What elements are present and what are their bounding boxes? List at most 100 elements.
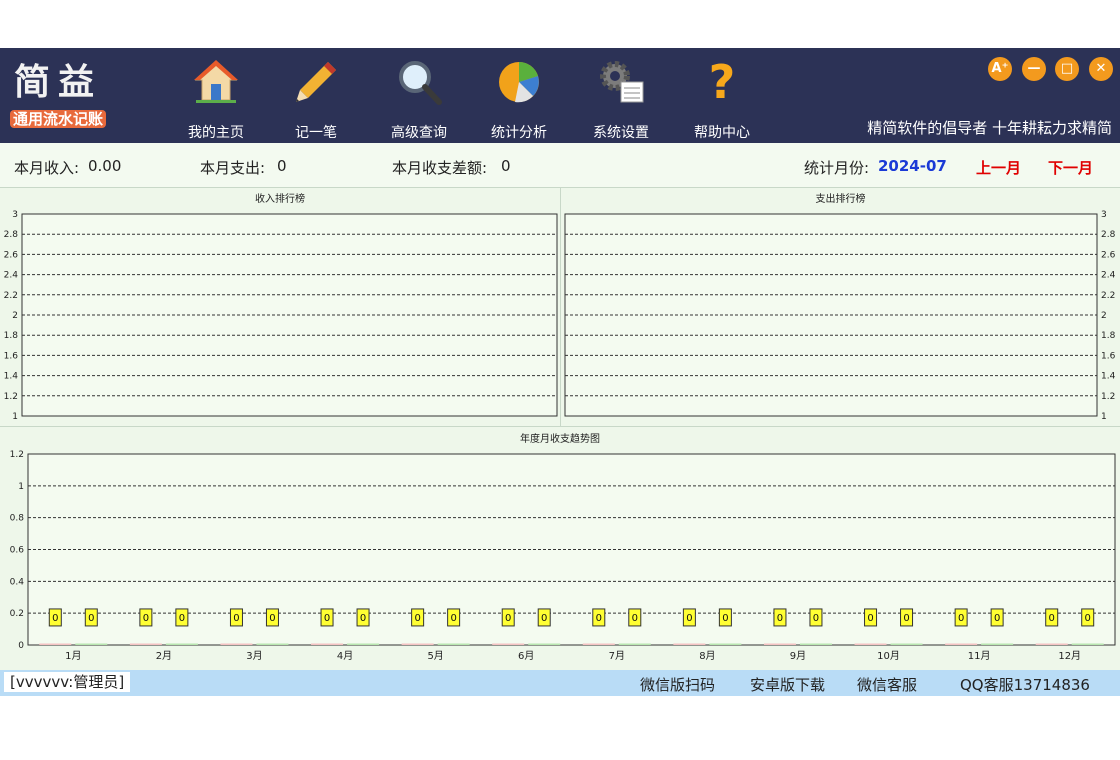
data-label: 0 (505, 613, 511, 624)
toolbar-home-label: 我的主页 (188, 125, 244, 141)
panel-divider (560, 188, 561, 426)
trend-bar (220, 643, 253, 645)
x-tick-label: 11月 (968, 650, 991, 662)
trend-bar (256, 643, 289, 645)
font-size-button[interactable]: A⁺ (988, 57, 1012, 81)
trend-bar (437, 643, 470, 645)
trend-bar (981, 643, 1014, 645)
trend-chart-title: 年度月收支趋势图 (520, 434, 600, 445)
android-download-link[interactable]: 安卓版下载 (750, 674, 825, 695)
app-subtitle: 通用流水记账 (10, 110, 107, 128)
y-tick-label: 1 (18, 482, 24, 492)
y-tick-label: 2.8 (4, 230, 19, 240)
toolbar-record-button[interactable]: 记一笔 (271, 56, 361, 141)
trend-bar (75, 643, 108, 645)
x-tick-label: 1月 (65, 650, 81, 662)
data-label: 0 (686, 613, 692, 624)
data-label: 0 (450, 613, 456, 624)
wechat-scan-link[interactable]: 微信版扫码 (640, 674, 715, 695)
y-tick-label: 1.4 (4, 372, 19, 382)
y-tick-label: 1 (1101, 412, 1107, 422)
trend-bar (1035, 643, 1068, 645)
y-tick-label: 2 (12, 311, 18, 321)
panel-divider-horizontal (0, 426, 1120, 427)
diff-label: 本月收支差额: (392, 159, 488, 177)
data-label: 0 (179, 613, 185, 624)
y-tick-label: 2.4 (1101, 271, 1116, 281)
data-label: 0 (269, 613, 275, 624)
trend-bar (854, 643, 887, 645)
expense-ranking-panel: 支出排行榜 1 1.2 1.4 1.6 1.8 2 2.2 2.4 2.6 2.8 3 (561, 188, 1120, 426)
prev-month-button[interactable]: 上一月 (976, 157, 1021, 178)
trend-bar (492, 643, 525, 645)
data-label: 0 (1085, 613, 1091, 624)
data-label: 0 (994, 613, 1000, 624)
data-label: 0 (813, 613, 819, 624)
data-label: 0 (1049, 613, 1055, 624)
y-tick-label: 1.2 (1101, 392, 1115, 402)
trend-bar (618, 643, 651, 645)
minimize-button[interactable]: — (1022, 57, 1046, 81)
expense-ranking-chart: 1 1.2 1.4 1.6 1.8 2 2.2 2.4 2.6 2.8 3 (564, 210, 1116, 422)
y-tick-label: 2.6 (4, 250, 19, 260)
x-tick-label: 2月 (156, 650, 172, 662)
data-label: 0 (632, 613, 638, 624)
question-icon: ? (709, 58, 736, 106)
trend-bar (890, 643, 923, 645)
y-tick-label: 2.8 (1101, 230, 1116, 240)
income-value: 0.00 (88, 157, 122, 175)
app-window: 简益 通用流水记账 我的主页 记一笔 高级查询 统计分析 系统设置 ? 帮助中心… (0, 48, 1120, 696)
trend-bar (347, 643, 380, 645)
trend-bar (763, 643, 796, 645)
data-label: 0 (596, 613, 602, 624)
y-tick-label: 3 (12, 210, 18, 220)
annual-trend-chart: 0 0.2 0.4 0.6 0.8 1 1.2 1月 0 0 2月 0 0 3月 0 0 4月 0 0 5月 0 0 6月 0… (10, 450, 1116, 662)
status-bar: [vvvvvv:管理员] 微信版扫码 安卓版下载 微信客服 QQ客服137148… (0, 670, 1120, 696)
trend-bar (401, 643, 434, 645)
income-label: 本月收入: (14, 159, 80, 177)
wechat-service-link[interactable]: 微信客服 (857, 674, 917, 695)
maximize-button[interactable]: □ (1055, 57, 1079, 81)
diff-value: 0 (501, 157, 511, 175)
toolbar-stats-label: 统计分析 (491, 125, 547, 141)
gear-icon (600, 61, 644, 103)
y-tick-label: 2.2 (4, 291, 18, 301)
y-tick-label: 0.2 (10, 609, 24, 619)
data-label: 0 (233, 613, 239, 624)
toolbar-record-label: 记一笔 (295, 125, 337, 141)
close-button[interactable]: ✕ (1089, 57, 1113, 81)
toolbar-query-label: 高级查询 (391, 125, 447, 141)
next-month-button[interactable]: 下一月 (1048, 157, 1093, 178)
data-label: 0 (867, 613, 873, 624)
toolbar-stats-button[interactable]: 统计分析 (474, 56, 564, 141)
data-label: 0 (903, 613, 909, 624)
income-ranking-chart: 1 1.2 1.4 1.6 1.8 2 2.2 2.4 2.6 2.8 3 (4, 210, 558, 422)
y-tick-label: 1.2 (10, 450, 24, 460)
trend-bar (129, 643, 162, 645)
data-label: 0 (143, 613, 149, 624)
toolbar-home-button[interactable]: 我的主页 (171, 56, 261, 141)
svg-text:?: ? (709, 58, 736, 106)
y-tick-label: 0.6 (10, 546, 25, 556)
month-value[interactable]: 2024-07 (878, 157, 947, 175)
toolbar-query-button[interactable]: 高级查询 (374, 56, 464, 141)
app-logo: 简益 (14, 61, 103, 103)
income-ranking-panel: 收入排行榜 1 1.2 1.4 1.6 1.8 2 2.2 2.4 2.6 2.8 3 (0, 188, 560, 426)
x-tick-label: 3月 (246, 650, 262, 662)
trend-bar (945, 643, 978, 645)
qq-service-link[interactable]: QQ客服13714836 (960, 674, 1090, 695)
x-tick-label: 10月 (877, 650, 900, 662)
trend-bar (311, 643, 344, 645)
toolbar-help-label: 帮助中心 (694, 125, 750, 141)
trend-bar (799, 643, 832, 645)
toolbar-settings-label: 系统设置 (593, 125, 649, 141)
x-tick-label: 12月 (1058, 650, 1081, 662)
toolbar-help-button[interactable]: ? 帮助中心 (677, 56, 767, 141)
y-tick-label: 1.8 (4, 331, 19, 341)
y-tick-label: 2.4 (4, 271, 19, 281)
toolbar-settings-button[interactable]: 系统设置 (576, 56, 666, 141)
plot-area (27, 453, 1116, 646)
y-tick-label: 2 (1101, 311, 1107, 321)
trend-bar (1071, 643, 1104, 645)
trend-bar (39, 643, 72, 645)
